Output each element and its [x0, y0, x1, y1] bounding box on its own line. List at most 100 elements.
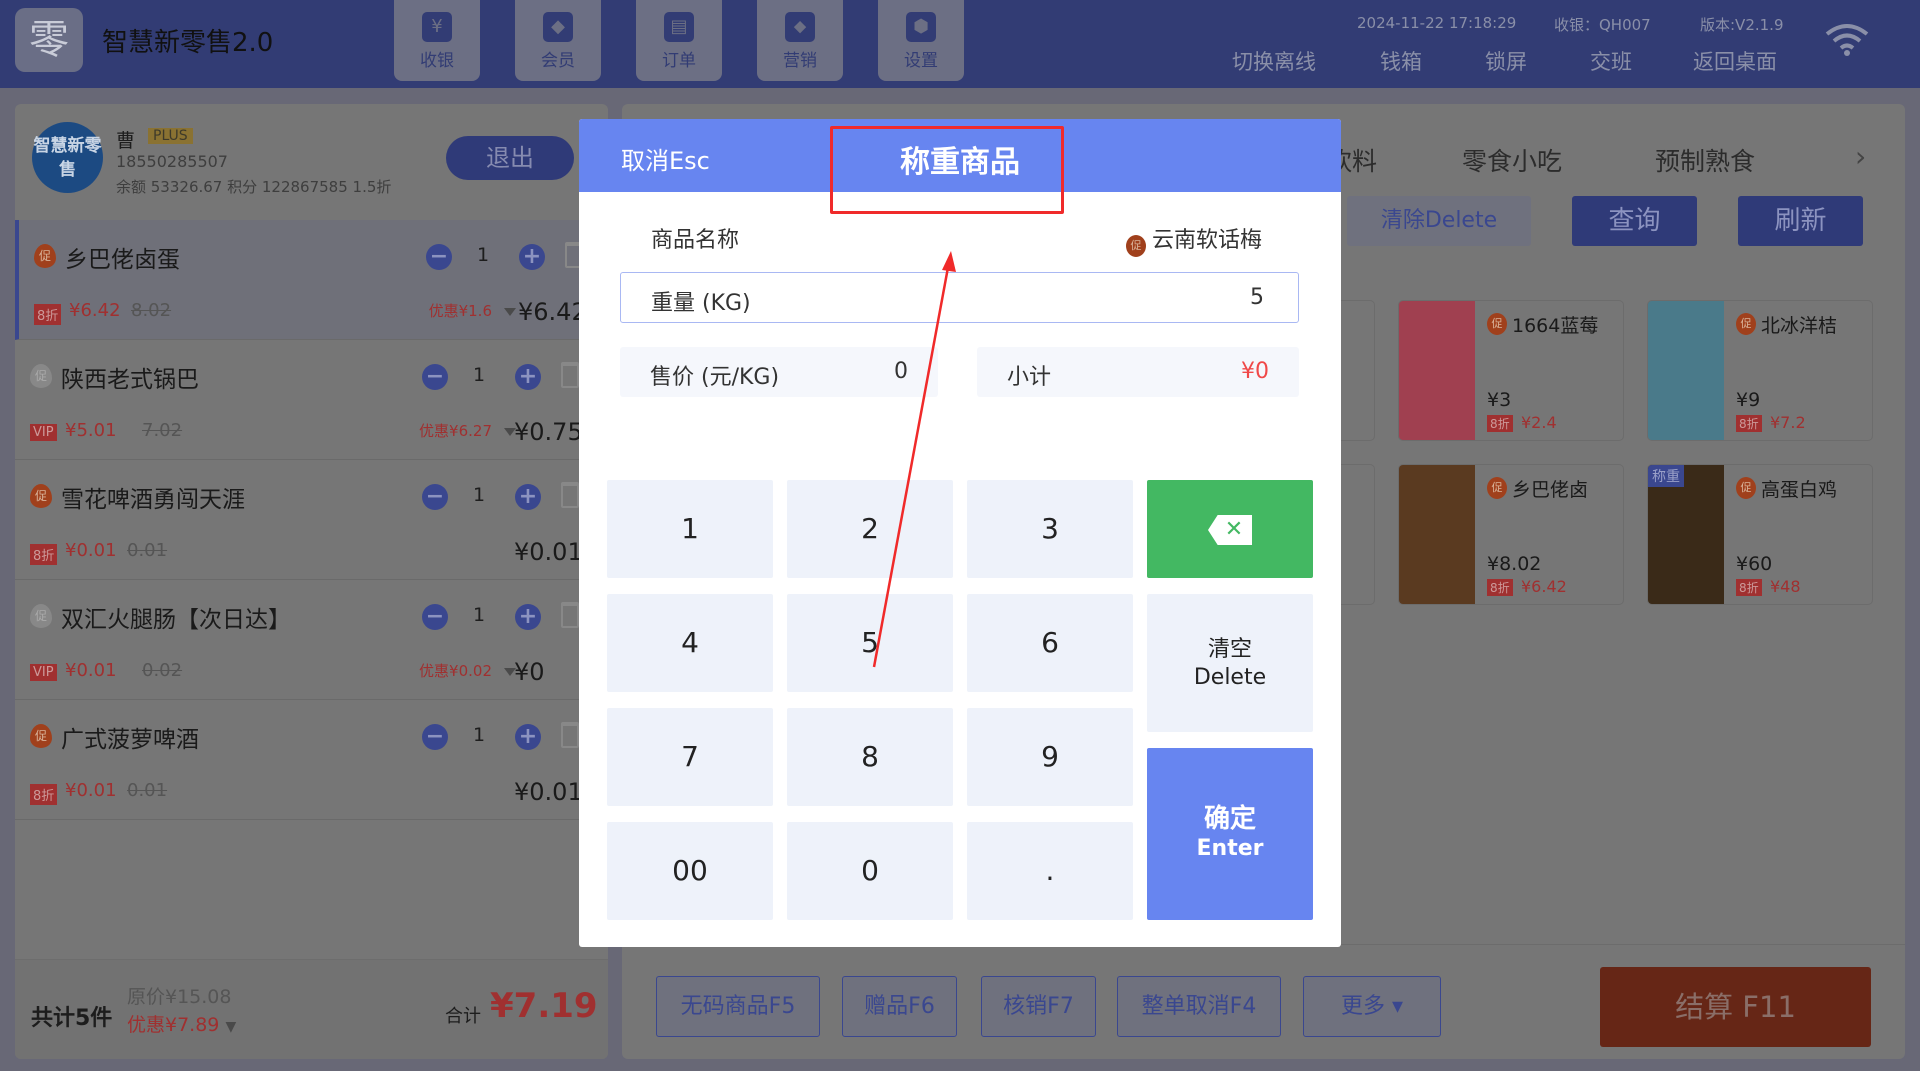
product-card[interactable]: 促 乡巴佬卤 ¥8.02 8折 ¥6.42 [1398, 464, 1624, 605]
more-button[interactable]: 更多 ▾ [1303, 976, 1441, 1037]
trash-icon[interactable] [561, 722, 579, 748]
cart-item-discount[interactable]: 优惠¥1.6 [429, 300, 492, 321]
cart-item-discount[interactable]: 优惠¥6.27 [419, 420, 492, 441]
key-7[interactable]: 8 [787, 708, 953, 806]
cart-item[interactable]: 促 乡巴佬卤蛋 − 1 + 8折 ¥6.42 8.02 优惠¥1.6 ¥6.42 [15, 220, 608, 340]
cart-item-price: ¥6.42 [69, 300, 121, 321]
product-card[interactable]: 促 1664蓝莓 ¥3 8折 ¥2.4 [1398, 300, 1624, 441]
confirm-key-shortcut: Enter [1196, 836, 1264, 861]
menu-switch-offline[interactable]: 切换离线 [1232, 46, 1316, 76]
promo-icon: 促 [1487, 477, 1507, 499]
gift-button[interactable]: 赠品F6 [842, 976, 957, 1037]
key-8[interactable]: 9 [967, 708, 1133, 806]
menu-lock-screen[interactable]: 锁屏 [1485, 46, 1527, 76]
chevron-right-icon[interactable]: › [1855, 140, 1866, 173]
key-4[interactable]: 5 [787, 594, 953, 692]
trash-icon[interactable] [561, 602, 579, 628]
plus-button[interactable]: + [515, 604, 541, 630]
no-barcode-button[interactable]: 无码商品F5 [656, 976, 820, 1037]
discount-tag: VIP [30, 664, 57, 681]
product-card[interactable]: 称重 促 高蛋白鸡 ¥60 8折 ¥48 [1647, 464, 1873, 605]
product-price: ¥60 [1736, 553, 1773, 575]
plus-button[interactable]: + [515, 484, 541, 510]
discount-tag: 8折 [1736, 415, 1762, 432]
cash-register-icon: ¥ [422, 12, 452, 42]
minus-button[interactable]: − [422, 364, 448, 390]
cart-item-discount[interactable]: 优惠¥0.02 [419, 660, 492, 681]
promo-icon: 促 [1487, 313, 1507, 335]
checkout-button[interactable]: 结算 F11 [1600, 967, 1871, 1047]
key-1[interactable]: 2 [787, 480, 953, 578]
nav-2[interactable]: ▤ 订单 [636, 0, 722, 81]
trash-icon[interactable] [561, 482, 579, 508]
cart-panel: 智慧新零售 曹 PLUS 18550285507 余额 53326.67 积分 … [15, 104, 608, 1059]
cart-item-name: 乡巴佬卤蛋 [65, 247, 180, 273]
weight-label: 重量 (KG) [651, 291, 751, 316]
nav-0[interactable]: ¥ 收银 [394, 0, 480, 81]
plus-button[interactable]: + [515, 724, 541, 750]
member-phone: 18550285507 [116, 152, 228, 171]
weight-input[interactable]: 重量 (KG) 5 [620, 272, 1299, 323]
promo-icon: 促 [1125, 235, 1146, 257]
minus-button[interactable]: − [422, 484, 448, 510]
confirm-key[interactable]: 确定 Enter [1147, 748, 1313, 920]
cart-item-original-price: 0.02 [142, 660, 183, 681]
discount-tag: VIP [30, 424, 57, 441]
key-6[interactable]: 7 [607, 708, 773, 806]
member-icon: ◆ [543, 12, 573, 42]
key-10[interactable]: 0 [787, 822, 953, 920]
key-9[interactable]: 00 [607, 822, 773, 920]
key-3[interactable]: 4 [607, 594, 773, 692]
clear-search-button[interactable]: 清除Delete [1347, 196, 1531, 246]
menu-return-desktop[interactable]: 返回桌面 [1693, 46, 1777, 76]
datetime: 2024-11-22 17:18:29 [1357, 14, 1517, 32]
plus-button[interactable]: + [515, 364, 541, 390]
category-tab-prepared-food[interactable]: 预制熟食 [1655, 142, 1755, 178]
product-image [1648, 301, 1724, 440]
minus-button[interactable]: − [426, 244, 452, 270]
cart-item-price: ¥0.01 [65, 780, 117, 801]
key-5[interactable]: 6 [967, 594, 1133, 692]
product-name: 促云南软话梅 [1125, 222, 1262, 257]
grand-total: ¥7.19 [490, 986, 598, 1026]
promo-icon: 促 [30, 724, 52, 748]
clear-key-label: 清空 [1207, 637, 1252, 662]
weighed-badge: 称重 [1648, 465, 1684, 487]
key-2[interactable]: 3 [967, 480, 1133, 578]
refresh-button[interactable]: 刷新 [1738, 196, 1863, 246]
query-button[interactable]: 查询 [1572, 196, 1697, 246]
backspace-key[interactable]: ✕ [1147, 480, 1313, 578]
nav-label: 收银 [420, 51, 454, 71]
cart-item[interactable]: 促 陕西老式锅巴 − 1 + VIP ¥5.01 7.02 优惠¥6.27 ¥0… [15, 340, 608, 460]
cart-item[interactable]: 促 双汇火腿肠【次日达】 − 1 + VIP ¥0.01 0.02 优惠¥0.0… [15, 580, 608, 700]
clear-key[interactable]: 清空 Delete [1147, 594, 1313, 732]
nav-3[interactable]: ⬥ 营销 [757, 0, 843, 81]
minus-button[interactable]: − [422, 604, 448, 630]
cart-item-qty: 1 [473, 604, 486, 626]
product-price: ¥9 [1736, 389, 1761, 411]
cart-item[interactable]: 促 雪花啤酒勇闯天涯 − 1 + 8折 ¥0.01 0.01 ¥0.01 [15, 460, 608, 580]
caret-down-icon[interactable] [504, 308, 516, 322]
product-card[interactable]: 促 北冰洋桔 ¥9 8折 ¥7.2 [1647, 300, 1873, 441]
product-image [1399, 301, 1475, 440]
nav-1[interactable]: ◆ 会员 [515, 0, 601, 81]
menu-shift-handover[interactable]: 交班 [1590, 46, 1632, 76]
key-11[interactable]: . [967, 822, 1133, 920]
minus-button[interactable]: − [422, 724, 448, 750]
cart-item[interactable]: 促 广式菠萝啤酒 − 1 + 8折 ¥0.01 0.01 ¥0.01 [15, 700, 608, 820]
plus-button[interactable]: + [519, 244, 545, 270]
discount-total[interactable]: 优惠¥7.89 ▼ [127, 1010, 236, 1037]
product-discount-price: ¥2.4 [1521, 413, 1557, 432]
annotation-highlight-box [830, 126, 1064, 214]
app-title: 智慧新零售2.0 [102, 28, 274, 58]
logout-button[interactable]: 退出 [446, 136, 574, 180]
category-tab-snacks[interactable]: 零食小吃 [1462, 142, 1562, 178]
nav-label: 订单 [662, 51, 696, 71]
nav-4[interactable]: ⬢ 设置 [878, 0, 964, 81]
key-0[interactable]: 1 [607, 480, 773, 578]
redeem-button[interactable]: 核销F7 [981, 976, 1096, 1037]
trash-icon[interactable] [561, 362, 579, 388]
menu-cash-drawer[interactable]: 钱箱 [1380, 46, 1422, 76]
cancel-order-button[interactable]: 整单取消F4 [1117, 976, 1281, 1037]
product-image [1399, 465, 1475, 604]
